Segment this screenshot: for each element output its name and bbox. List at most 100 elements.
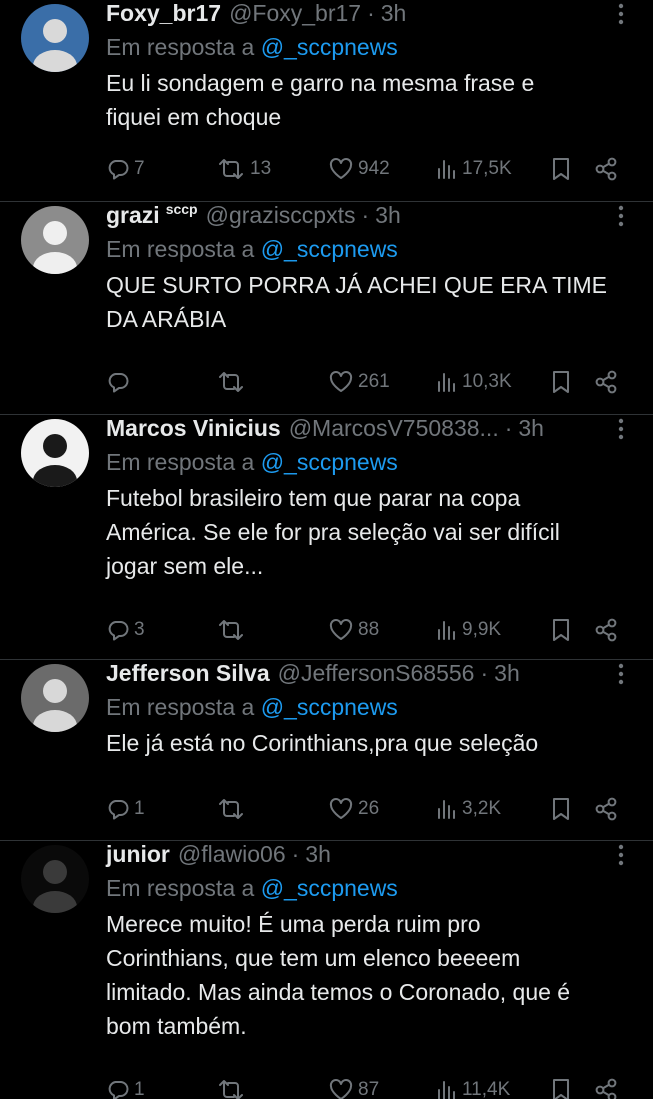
tweet-time[interactable]: 3h bbox=[518, 413, 544, 443]
avatar[interactable] bbox=[21, 206, 89, 274]
like-button[interactable]: 26 bbox=[328, 794, 379, 824]
author-name[interactable]: grazi bbox=[106, 200, 160, 230]
author-handle[interactable]: @Foxy_br17 bbox=[229, 0, 361, 28]
more-options-icon[interactable] bbox=[609, 204, 633, 228]
share-button[interactable] bbox=[593, 615, 619, 645]
bookmark-icon bbox=[553, 619, 569, 641]
retweet-button[interactable] bbox=[216, 367, 250, 397]
bookmark-button[interactable] bbox=[550, 367, 572, 397]
tweet-text: Eu li sondagem e garro na mesma frase e … bbox=[106, 70, 535, 130]
more-options-icon[interactable] bbox=[609, 2, 633, 26]
tweet[interactable]: Foxy_br17 @Foxy_br17 · 3h Em resposta a … bbox=[0, 0, 653, 202]
tweet-header: Marcos Vinicius @MarcosV750838... · 3h bbox=[106, 413, 633, 443]
share-button[interactable] bbox=[593, 154, 619, 184]
retweet-button[interactable] bbox=[216, 615, 250, 645]
author-name[interactable]: Marcos Vinicius bbox=[106, 413, 281, 443]
tweet-content: junior @flawio06 · 3h Em resposta a @_sc… bbox=[106, 839, 633, 1043]
tweet-actions: 7 13 942 17,5K bbox=[106, 154, 633, 184]
tweet-header: Foxy_br17 @Foxy_br17 · 3h bbox=[106, 0, 633, 28]
views-button[interactable]: 9,9K bbox=[436, 615, 501, 645]
view-count: 17,5K bbox=[462, 158, 512, 179]
share-button[interactable] bbox=[593, 794, 619, 824]
views-button[interactable]: 10,3K bbox=[436, 367, 512, 397]
tweet[interactable]: Marcos Vinicius @MarcosV750838... · 3h E… bbox=[0, 415, 653, 660]
author-handle[interactable]: @flawio06 bbox=[178, 839, 286, 869]
like-button[interactable]: 261 bbox=[328, 367, 390, 397]
retweet-count: 13 bbox=[250, 158, 272, 179]
avatar[interactable] bbox=[21, 419, 89, 487]
reply-context: Em resposta a @_sccpnews bbox=[106, 32, 633, 62]
reply-mention-link[interactable]: @_sccpnews bbox=[261, 449, 398, 475]
more-options-icon[interactable] bbox=[609, 843, 633, 867]
views-icon bbox=[438, 800, 455, 819]
views-button[interactable]: 3,2K bbox=[436, 794, 501, 824]
heart-icon bbox=[329, 619, 353, 640]
reply-button[interactable]: 1 bbox=[106, 794, 145, 824]
retweet-button[interactable] bbox=[216, 1075, 250, 1099]
tweet-time[interactable]: 3h bbox=[381, 0, 407, 28]
separator-dot: · bbox=[504, 415, 513, 441]
bookmark-button[interactable] bbox=[550, 794, 572, 824]
replies-feed: Foxy_br17 @Foxy_br17 · 3h Em resposta a … bbox=[0, 0, 653, 1099]
reply-mention-link[interactable]: @_sccpnews bbox=[261, 875, 398, 901]
like-count: 942 bbox=[358, 158, 390, 179]
reply-count: 7 bbox=[134, 158, 145, 179]
tweet-text: QUE SURTO PORRA JÁ ACHEI QUE ERA TIME DA… bbox=[106, 272, 608, 332]
reply-button[interactable] bbox=[106, 367, 134, 397]
reply-icon bbox=[108, 373, 129, 393]
share-button[interactable] bbox=[593, 367, 619, 397]
like-button[interactable]: 88 bbox=[328, 615, 379, 645]
reply-mention-link[interactable]: @_sccpnews bbox=[261, 694, 398, 720]
tweet-time[interactable]: 3h bbox=[305, 839, 331, 869]
tweet-time[interactable]: 3h bbox=[375, 200, 401, 230]
share-button[interactable] bbox=[593, 1075, 619, 1099]
heart-icon bbox=[329, 1079, 353, 1099]
tweet[interactable]: grazi sccp @grazisccpxts · 3h Em respost… bbox=[0, 200, 653, 415]
separator-dot: · bbox=[367, 0, 375, 26]
tweet[interactable]: junior @flawio06 · 3h Em resposta a @_sc… bbox=[0, 841, 653, 1099]
reply-button[interactable]: 7 bbox=[106, 154, 145, 184]
avatar[interactable] bbox=[21, 664, 89, 732]
reply-context: Em resposta a @_sccpnews bbox=[106, 692, 633, 722]
more-options-icon[interactable] bbox=[609, 417, 633, 441]
reply-button[interactable]: 1 bbox=[106, 1075, 145, 1099]
reply-mention-link[interactable]: @_sccpnews bbox=[261, 34, 398, 60]
separator-dot: · bbox=[361, 202, 370, 228]
like-count: 87 bbox=[358, 1079, 380, 1099]
more-options-icon[interactable] bbox=[609, 662, 633, 686]
author-handle[interactable]: @MarcosV750838... bbox=[289, 413, 499, 443]
tweet-time[interactable]: 3h bbox=[494, 658, 520, 688]
bookmark-button[interactable] bbox=[550, 1075, 572, 1099]
reply-icon bbox=[108, 621, 129, 641]
tweet-text: Merece muito! É uma perda ruim pro Corin… bbox=[106, 911, 571, 1039]
tweet[interactable]: Jefferson Silva @JeffersonS68556 · 3h Em… bbox=[0, 660, 653, 841]
bookmark-icon bbox=[553, 1079, 569, 1099]
like-button[interactable]: 942 bbox=[328, 154, 390, 184]
heart-icon bbox=[329, 158, 353, 179]
author-name[interactable]: Jefferson Silva bbox=[106, 658, 270, 688]
views-button[interactable]: 17,5K bbox=[436, 154, 512, 184]
view-count: 3,2K bbox=[462, 798, 502, 819]
view-count: 11,4K bbox=[462, 1079, 511, 1099]
like-count: 261 bbox=[358, 371, 390, 392]
author-handle[interactable]: @JeffersonS68556 bbox=[278, 658, 475, 688]
author-handle[interactable]: @grazisccpxts bbox=[206, 200, 356, 230]
views-icon bbox=[438, 373, 455, 392]
bookmark-button[interactable] bbox=[550, 615, 572, 645]
avatar[interactable] bbox=[21, 4, 89, 72]
reply-prefix: Em resposta a bbox=[106, 236, 255, 262]
retweet-button[interactable]: 13 bbox=[216, 154, 271, 184]
heart-icon bbox=[329, 371, 353, 392]
retweet-button[interactable] bbox=[216, 794, 250, 824]
bookmark-button[interactable] bbox=[550, 154, 572, 184]
like-button[interactable]: 87 bbox=[328, 1075, 379, 1099]
reply-button[interactable]: 3 bbox=[106, 615, 145, 645]
reply-mention-link[interactable]: @_sccpnews bbox=[261, 236, 398, 262]
reply-count: 1 bbox=[134, 798, 145, 819]
avatar[interactable] bbox=[21, 845, 89, 913]
bookmark-icon bbox=[553, 158, 569, 180]
views-button[interactable]: 11,4K bbox=[436, 1075, 510, 1099]
author-name[interactable]: junior bbox=[106, 839, 170, 869]
tweet-actions: 3 88 9,9K bbox=[106, 615, 633, 645]
author-name[interactable]: Foxy_br17 bbox=[106, 0, 221, 28]
